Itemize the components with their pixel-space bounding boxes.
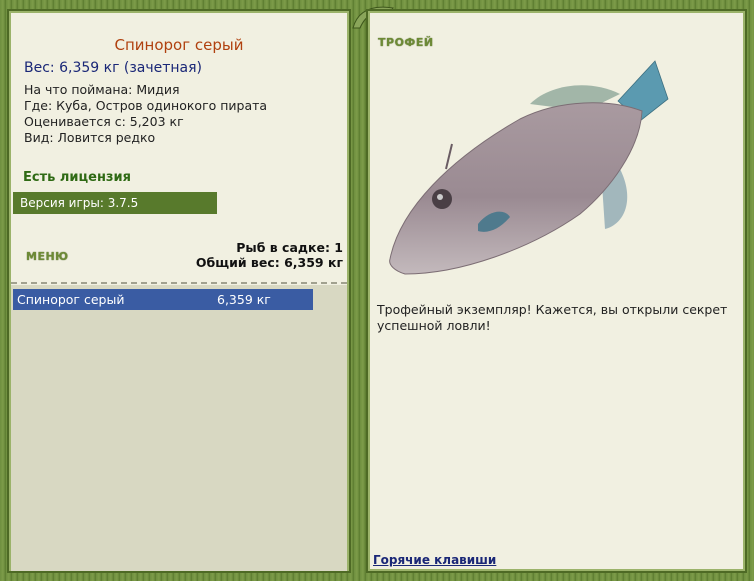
keepnet-total-weight: Общий вес: 6,359 кг: [195, 255, 343, 270]
game-version: Версия игры: 3.7.5: [13, 192, 217, 214]
list-item-name: Спинорог серый: [17, 292, 125, 307]
list-item[interactable]: Спинорог серый 6,359 кг: [13, 289, 313, 310]
trophy-panel: ТРОФЕЙ Трофейный экземпляр! Кажется, вы …: [366, 9, 747, 573]
divider: [11, 282, 347, 284]
hotkeys-link[interactable]: Горячие клавиши: [373, 553, 496, 567]
license-status: Есть лицензия: [23, 170, 131, 185]
keepnet-summary: Рыб в садке: 1 Общий вес: 6,359 кг: [196, 240, 343, 270]
trophy-label: ТРОФЕЙ: [378, 36, 434, 49]
keepnet-count: Рыб в садке: 1: [236, 240, 343, 255]
keepnet-list: Спинорог серый 6,359 кг: [11, 285, 347, 571]
catch-info-panel: Спинорог серый Вес: 6,359 кг (зачетная) …: [7, 9, 351, 573]
trophy-threshold-info: Оценивается с: 5,203 кг: [24, 114, 184, 129]
rarity-info: Вид: Ловится редко: [24, 130, 156, 145]
list-item-weight: 6,359 кг: [217, 292, 271, 307]
trophy-message: Трофейный экземпляр! Кажется, вы открыли…: [377, 302, 728, 333]
fish-title: Спинорог серый: [114, 36, 244, 54]
location-info: Где: Куба, Остров одинокого пирата: [24, 98, 268, 113]
triggerfish-photo: [389, 60, 669, 275]
bait-info: На что поймана: Мидия: [24, 82, 180, 97]
fish-weight: Вес: 6,359 кг (зачетная): [24, 60, 203, 76]
menu-button[interactable]: МЕНЮ: [26, 250, 69, 263]
